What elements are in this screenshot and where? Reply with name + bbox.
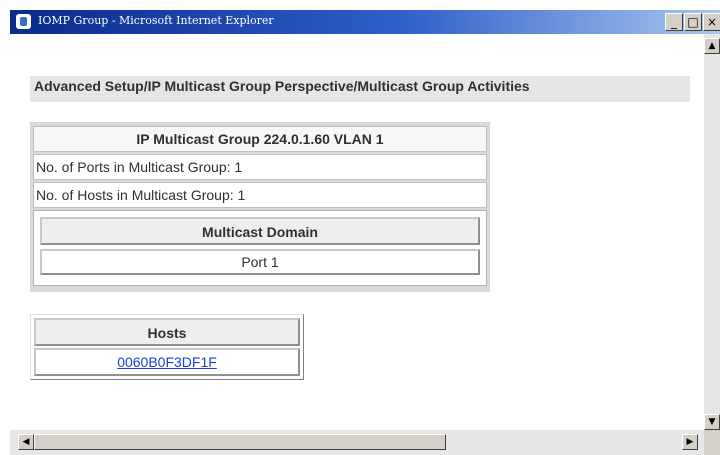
maximize-button[interactable]: □ — [684, 13, 702, 31]
minimize-button[interactable]: _ — [665, 13, 683, 31]
horizontal-scrollbar[interactable]: ◀ ▶ — [10, 430, 704, 455]
ports-count-row: No. of Ports in Multicast Group: 1 — [33, 154, 487, 180]
multicast-domain-port: Port 1 — [40, 249, 480, 275]
scroll-right-icon[interactable]: ▶ — [682, 434, 698, 450]
horizontal-scroll-thumb[interactable] — [34, 434, 446, 450]
multicast-domain-table: Multicast Domain Port 1 — [33, 210, 487, 286]
scrollbar-corner — [704, 430, 720, 455]
scroll-left-icon[interactable]: ◀ — [18, 434, 34, 450]
scroll-down-icon[interactable]: ▼ — [704, 414, 720, 430]
close-button[interactable]: × — [703, 13, 720, 31]
hosts-table: Hosts 0060B0F3DF1F — [30, 314, 304, 380]
table-row: 0060B0F3DF1F — [34, 348, 300, 376]
hosts-header: Hosts — [34, 318, 300, 346]
page-content: Advanced Setup/IP Multicast Group Perspe… — [12, 34, 704, 430]
hosts-count-row: No. of Hosts in Multicast Group: 1 — [33, 182, 487, 208]
title-bar: IOMP Group - Microsoft Internet Explorer… — [10, 10, 720, 34]
host-mac-link[interactable]: 0060B0F3DF1F — [117, 354, 217, 370]
ie-page-icon — [16, 14, 31, 29]
window-title: IOMP Group - Microsoft Internet Explorer — [38, 14, 274, 27]
page-title: Advanced Setup/IP Multicast Group Perspe… — [30, 76, 690, 102]
scroll-up-icon[interactable]: ▲ — [704, 38, 720, 54]
vertical-scrollbar[interactable]: ▲ ▼ — [704, 34, 720, 430]
multicast-group-table: IP Multicast Group 224.0.1.60 VLAN 1 No.… — [30, 122, 490, 292]
group-title: IP Multicast Group 224.0.1.60 VLAN 1 — [33, 126, 487, 152]
multicast-domain-header: Multicast Domain — [40, 217, 480, 245]
